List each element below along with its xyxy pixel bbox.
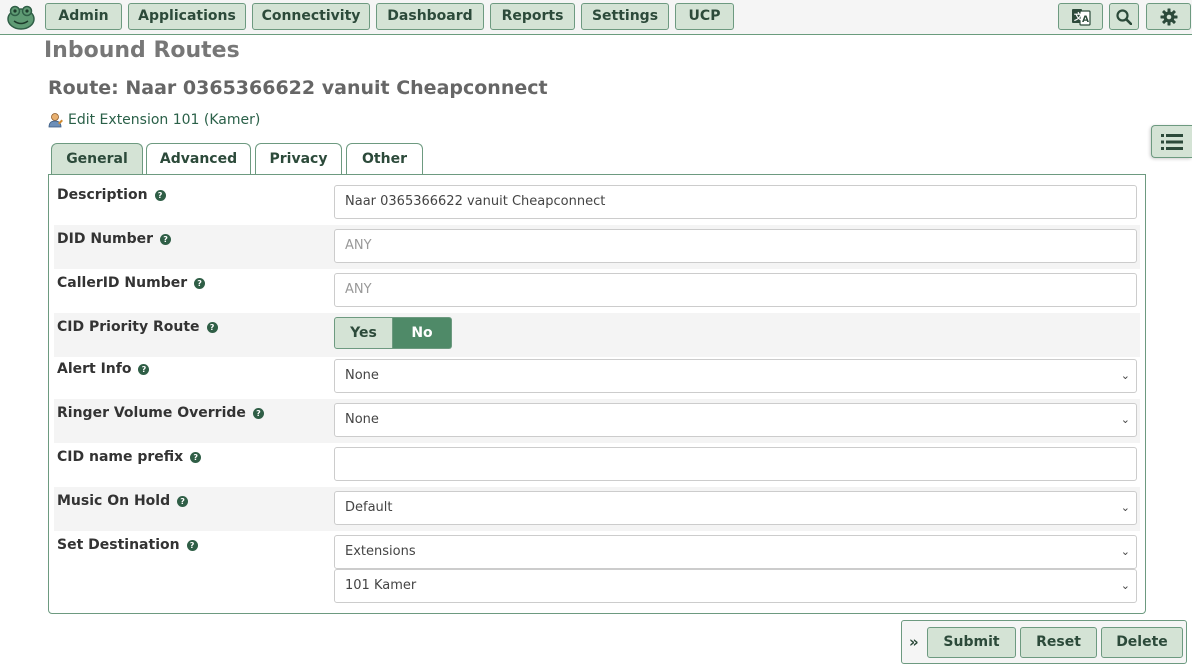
destination-target-select[interactable]: 101 Kamer ⌄	[334, 569, 1137, 603]
search-button[interactable]	[1109, 3, 1139, 30]
language-button[interactable]: 文 A	[1058, 3, 1103, 30]
help-icon[interactable]: ?	[177, 495, 189, 507]
description-label: Description	[57, 187, 148, 203]
tab-other[interactable]: Other	[346, 143, 423, 175]
route-title: Route: Naar 0365366622 vanuit Cheapconne…	[48, 77, 548, 99]
music-on-hold-label: Music On Hold	[57, 493, 171, 509]
freepbx-logo-icon[interactable]	[6, 3, 36, 31]
help-icon[interactable]: ?	[154, 189, 166, 201]
nav-reports[interactable]: Reports	[490, 3, 575, 30]
tab-privacy[interactable]: Privacy	[255, 143, 342, 175]
action-bar: » Submit Reset Delete	[901, 620, 1187, 664]
alert-info-select[interactable]: None ⌄	[334, 359, 1137, 393]
help-icon[interactable]: ?	[186, 539, 198, 551]
music-on-hold-select[interactable]: Default ⌄	[334, 491, 1137, 525]
did-number-label: DID Number	[57, 231, 154, 247]
user-edit-icon	[48, 113, 63, 128]
destination-label: Set Destination	[57, 537, 180, 553]
gear-icon	[1160, 8, 1177, 25]
nav-dashboard[interactable]: Dashboard	[376, 3, 484, 30]
alert-info-label: Alert Info	[57, 361, 132, 377]
chevron-down-icon: ⌄	[1120, 501, 1130, 514]
destination-type-select[interactable]: Extensions ⌄	[334, 535, 1137, 569]
cid-prefix-label: CID name prefix	[57, 449, 184, 465]
music-on-hold-value: Default	[345, 500, 393, 515]
nav-connectivity[interactable]: Connectivity	[252, 3, 370, 30]
chevron-down-icon: ⌄	[1120, 545, 1130, 558]
ringer-volume-select[interactable]: None ⌄	[334, 403, 1137, 437]
chevron-down-icon: ⌄	[1120, 579, 1130, 592]
help-icon[interactable]: ?	[206, 321, 218, 333]
delete-button[interactable]: Delete	[1101, 627, 1183, 658]
cid-priority-no-button[interactable]: No	[393, 317, 452, 349]
edit-extension-link[interactable]: Edit Extension 101 (Kamer)	[48, 110, 260, 130]
top-navigation: Admin Applications Connectivity Dashboar…	[0, 0, 1192, 35]
cid-priority-yes-button[interactable]: Yes	[334, 317, 393, 349]
settings-button[interactable]	[1146, 3, 1191, 30]
callerid-number-input[interactable]: ANY	[334, 273, 1137, 307]
alert-info-value: None	[345, 368, 379, 383]
destination-type-value: Extensions	[345, 544, 416, 559]
nav-applications[interactable]: Applications	[128, 3, 246, 30]
nav-admin[interactable]: Admin	[45, 3, 122, 30]
help-icon[interactable]: ?	[194, 277, 206, 289]
help-icon[interactable]: ?	[252, 407, 264, 419]
ringer-volume-value: None	[345, 412, 379, 427]
ringer-volume-label: Ringer Volume Override	[57, 405, 246, 421]
help-icon[interactable]: ?	[138, 363, 150, 375]
cid-priority-toggle: Yes No	[334, 317, 452, 349]
reset-button[interactable]: Reset	[1020, 627, 1097, 658]
help-icon[interactable]: ?	[190, 451, 202, 463]
destination-target-value: 101 Kamer	[345, 578, 417, 593]
sidebar-toggle-button[interactable]	[1151, 125, 1192, 158]
collapse-bar-icon[interactable]: »	[909, 633, 919, 651]
did-number-input[interactable]: ANY	[334, 229, 1137, 263]
language-icon: 文 A	[1071, 8, 1091, 26]
description-input[interactable]: Naar 0365366622 vanuit Cheapconnect	[334, 185, 1137, 219]
tab-general[interactable]: General	[51, 143, 143, 175]
search-icon	[1116, 8, 1132, 25]
edit-extension-label: Edit Extension 101 (Kamer)	[68, 112, 261, 128]
page-title: Inbound Routes	[44, 38, 240, 63]
help-icon[interactable]: ?	[160, 233, 172, 245]
tab-advanced[interactable]: Advanced	[146, 143, 251, 175]
nav-ucp[interactable]: UCP	[675, 3, 734, 30]
form-row-cid-priority: CID Priority Route ?	[54, 313, 1140, 357]
chevron-down-icon: ⌄	[1120, 413, 1130, 426]
list-icon	[1161, 133, 1183, 150]
callerid-number-label: CallerID Number	[57, 275, 188, 291]
submit-button[interactable]: Submit	[927, 627, 1016, 658]
svg-text:A: A	[1082, 15, 1089, 25]
cid-prefix-input[interactable]	[334, 447, 1137, 481]
cid-priority-label: CID Priority Route	[57, 319, 200, 335]
chevron-down-icon: ⌄	[1120, 369, 1130, 382]
nav-settings[interactable]: Settings	[581, 3, 669, 30]
